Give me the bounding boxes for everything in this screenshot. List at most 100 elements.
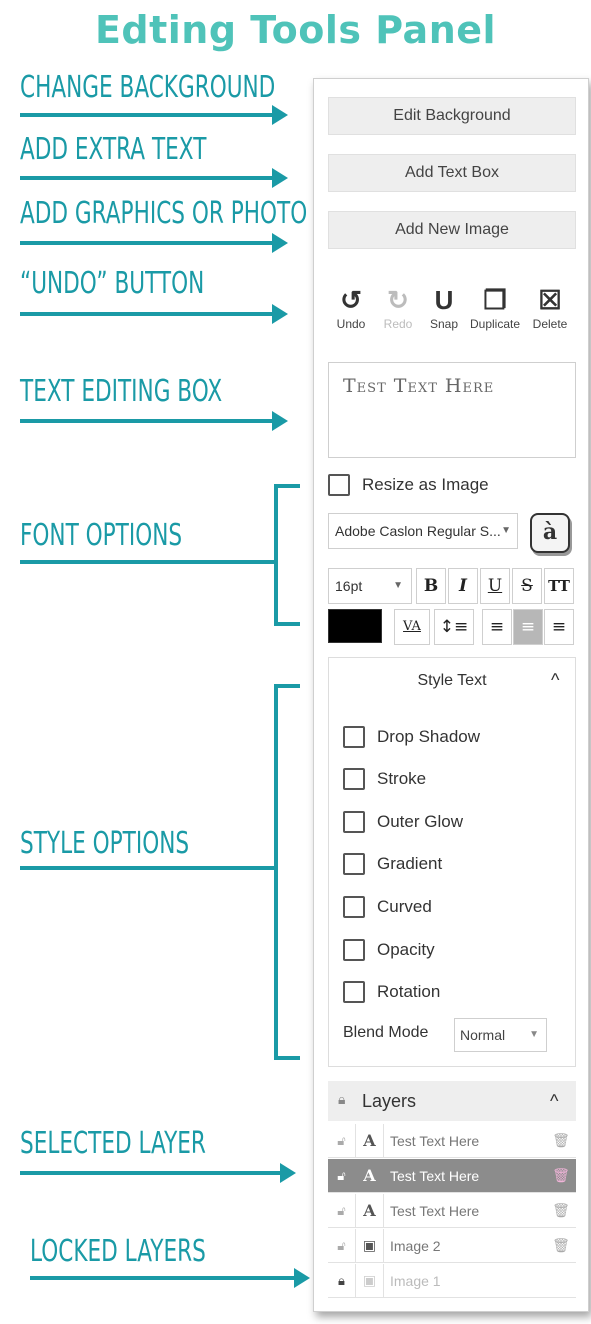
layer-row-selected[interactable]: 🔓︎ A Test Text Here 🗑︎ — [328, 1159, 576, 1193]
magnet-icon: U — [434, 285, 454, 315]
align-right-button[interactable]: ≡ — [544, 609, 574, 645]
bold-button[interactable]: B — [416, 568, 446, 604]
annotation-change-background: CHANGE BACKGROUND — [20, 70, 276, 105]
all-caps-button[interactable]: TT — [544, 568, 574, 604]
style-text-section: Style Text ^ Drop Shadow Stroke Outer Gl… — [328, 657, 576, 1067]
image-layer-icon: ▣ — [356, 1229, 384, 1262]
layer-name: Test Text Here — [390, 1132, 480, 1149]
trash-icon[interactable]: 🗑︎ — [546, 1237, 576, 1254]
resize-as-image-row[interactable]: Resize as Image — [328, 474, 489, 496]
annotation-add-graphics: ADD GRAPHICS OR PHOTO — [20, 196, 308, 231]
glyph-button[interactable]: à — [530, 513, 570, 553]
trash-icon[interactable]: 🗑︎ — [546, 1167, 576, 1184]
duplicate-button[interactable]: ❐ Duplicate — [468, 285, 522, 331]
align-center-icon: ≡ — [520, 617, 536, 637]
edit-background-button[interactable]: Edit Background — [328, 97, 576, 135]
annotation-locked-layers: LOCKED LAYERS — [30, 1234, 206, 1269]
gradient-checkbox[interactable] — [343, 853, 365, 875]
annotation-style-options: STYLE OPTIONS — [20, 826, 190, 861]
arrow-change-background — [20, 105, 288, 125]
font-family-select[interactable]: Adobe Caslon Regular S... ▼ — [328, 513, 518, 549]
duplicate-icon: ❐ — [483, 285, 507, 315]
annotation-selected-layer: SELECTED LAYER — [20, 1126, 206, 1161]
align-left-icon: ≡ — [489, 617, 505, 637]
layer-row[interactable]: 🔓︎ A Test Text Here 🗑︎ — [328, 1124, 576, 1158]
lock-icon: 🔒︎ — [338, 1091, 346, 1107]
editing-tools-panel: Edit Background Add Text Box Add New Ima… — [313, 78, 589, 1312]
option-opacity[interactable]: Opacity — [343, 939, 435, 961]
layer-row-locked[interactable]: 🔒︎ ▣ Image 1 — [328, 1264, 576, 1298]
opacity-checkbox[interactable] — [343, 939, 365, 961]
trash-icon[interactable]: 🗑︎ — [546, 1202, 576, 1219]
option-stroke[interactable]: Stroke — [343, 768, 426, 790]
text-editing-box[interactable]: Test Text Here — [328, 362, 576, 458]
underline-button[interactable]: U — [480, 568, 510, 604]
kerning-button[interactable]: VA — [394, 609, 430, 645]
arrow-locked-layers — [30, 1268, 310, 1288]
trash-icon[interactable]: 🗑︎ — [546, 1132, 576, 1149]
blend-mode-value: Normal — [460, 1027, 506, 1043]
annotation-add-extra-text: ADD EXTRA TEXT — [20, 132, 207, 167]
undo-button[interactable]: ↺ Undo — [324, 285, 378, 331]
arrow-text-editing-box — [20, 411, 288, 431]
unlock-icon[interactable]: 🔓︎ — [328, 1229, 356, 1262]
delete-label: Delete — [532, 317, 568, 331]
option-gradient[interactable]: Gradient — [343, 853, 442, 875]
drop-shadow-checkbox[interactable] — [343, 726, 365, 748]
font-family-value: Adobe Caslon Regular S... — [335, 523, 501, 539]
strikethrough-button[interactable]: S — [512, 568, 542, 604]
layer-name: Test Text Here — [390, 1167, 480, 1184]
text-layer-icon: A — [356, 1194, 384, 1227]
line-height-button[interactable]: ↕≡ — [434, 609, 474, 645]
option-curved[interactable]: Curved — [343, 896, 432, 918]
layer-row[interactable]: 🔓︎ ▣ Image 2 🗑︎ — [328, 1229, 576, 1263]
font-color-swatch[interactable] — [328, 609, 382, 643]
layers-section: 🔒︎ Layers ^ 🔓︎ A Test Text Here 🗑︎ 🔓︎ A … — [328, 1081, 576, 1299]
stroke-checkbox[interactable] — [343, 768, 365, 790]
align-left-button[interactable]: ≡ — [482, 609, 512, 645]
font-size-value: 16pt — [335, 578, 363, 594]
snap-button[interactable]: U Snap — [417, 285, 471, 331]
line-style-options — [20, 866, 276, 870]
trash-icon: ☒ — [538, 285, 562, 315]
unlock-icon[interactable]: 🔓︎ — [328, 1159, 356, 1192]
blend-mode-select[interactable]: Normal ▼ — [454, 1018, 547, 1052]
resize-as-image-checkbox[interactable] — [328, 474, 350, 496]
align-right-icon: ≡ — [551, 617, 567, 637]
font-size-select[interactable]: 16pt ▼ — [328, 568, 412, 604]
image-layer-icon: ▣ — [356, 1264, 384, 1297]
collapse-style-text-icon[interactable]: ^ — [551, 670, 559, 691]
option-outer-glow[interactable]: Outer Glow — [343, 811, 463, 833]
layers-header[interactable]: 🔒︎ Layers ^ — [328, 1081, 576, 1121]
page-title: Edting Tools Panel — [94, 8, 497, 52]
add-text-box-button[interactable]: Add Text Box — [328, 154, 576, 192]
chevron-down-icon: ▼ — [529, 1029, 539, 1040]
add-new-image-button[interactable]: Add New Image — [328, 211, 576, 249]
option-rotation[interactable]: Rotation — [343, 981, 440, 1003]
rotation-checkbox[interactable] — [343, 981, 365, 1003]
outer-glow-checkbox[interactable] — [343, 811, 365, 833]
duplicate-label: Duplicate — [469, 317, 521, 331]
unlock-icon[interactable]: 🔓︎ — [328, 1124, 356, 1157]
annotation-text-editing-box: TEXT EDITING BOX — [20, 374, 223, 409]
layer-name: Image 2 — [390, 1237, 441, 1254]
annotation-font-options: FONT OPTIONS — [20, 518, 183, 553]
align-center-button[interactable]: ≡ — [513, 609, 543, 645]
arrow-add-extra-text — [20, 168, 288, 188]
curved-checkbox[interactable] — [343, 896, 365, 918]
chevron-down-icon: ▼ — [501, 525, 511, 536]
delete-button[interactable]: ☒ Delete — [523, 285, 577, 331]
option-drop-shadow[interactable]: Drop Shadow — [343, 726, 480, 748]
undo-label: Undo — [336, 317, 366, 331]
italic-button[interactable]: I — [448, 568, 478, 604]
collapse-layers-icon[interactable]: ^ — [550, 1091, 558, 1112]
arrow-selected-layer — [20, 1163, 296, 1183]
arrow-add-graphics — [20, 233, 288, 253]
lock-icon[interactable]: 🔒︎ — [328, 1264, 356, 1297]
stroke-label: Stroke — [377, 769, 427, 788]
layer-row[interactable]: 🔓︎ A Test Text Here 🗑︎ — [328, 1194, 576, 1228]
unlock-icon[interactable]: 🔓︎ — [328, 1194, 356, 1227]
snap-label: Snap — [429, 317, 459, 331]
line-height-icon: ↕≡ — [439, 617, 469, 637]
layers-heading: Layers — [362, 1091, 417, 1111]
